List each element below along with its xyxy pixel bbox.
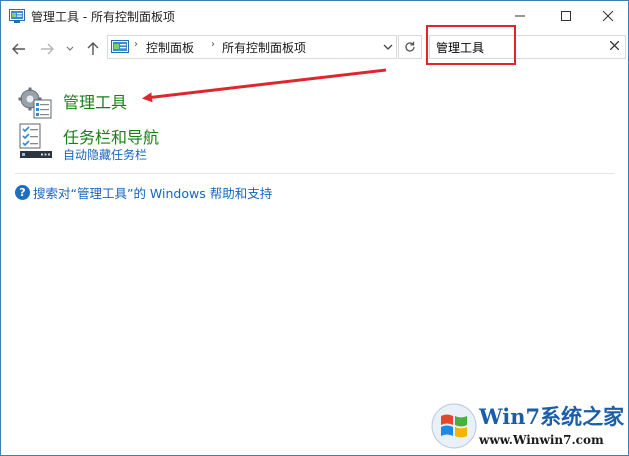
address-dropdown-button[interactable] — [382, 39, 394, 58]
search-input[interactable] — [436, 38, 596, 56]
clear-icon — [609, 40, 620, 51]
back-button[interactable] — [9, 39, 29, 59]
maximize-button[interactable] — [543, 1, 589, 31]
recent-locations-button[interactable] — [63, 39, 77, 59]
forward-button[interactable] — [37, 39, 57, 59]
up-arrow-icon — [87, 42, 99, 55]
result-subtask-auto-hide-taskbar[interactable]: 自动隐藏任务栏 — [63, 146, 147, 163]
window-title: 管理工具 - 所有控制面板项 — [31, 10, 175, 24]
control-panel-icon — [9, 8, 25, 23]
up-button[interactable] — [83, 39, 103, 59]
recent-chevron-icon — [66, 46, 74, 51]
refresh-icon — [405, 41, 415, 52]
watermark-brand: Win7系统之家 — [479, 404, 625, 429]
close-icon — [603, 11, 613, 21]
help-link[interactable]: ? 搜索对“管理工具”的 Windows 帮助和支持 — [15, 183, 272, 202]
chevron-down-icon — [383, 44, 393, 50]
breadcrumb-all-items[interactable]: 所有控制面板项 — [222, 39, 306, 56]
forward-arrow-icon — [41, 43, 54, 55]
control-panel-icon — [111, 39, 129, 58]
breadcrumb-control-panel[interactable]: 控制面板 — [146, 39, 194, 56]
search-box[interactable] — [429, 35, 626, 59]
watermark-url: www.Winwin7.com — [479, 433, 604, 447]
back-arrow-icon — [12, 43, 25, 55]
title-bar: 管理工具 - 所有控制面板项 — [1, 1, 628, 31]
minimize-icon — [515, 15, 525, 17]
explorer-window: 管理工具 - 所有控制面板项 › 控制面板 › 所有控制面板项 管理工具 管理工… — [0, 0, 629, 456]
minimize-button[interactable] — [497, 1, 543, 31]
close-button[interactable] — [585, 1, 628, 31]
refresh-button[interactable] — [398, 35, 422, 59]
breadcrumb-separator: › — [211, 39, 215, 50]
breadcrumb-separator: › — [134, 39, 138, 50]
divider — [15, 173, 615, 174]
address-bar[interactable]: › 控制面板 › 所有控制面板项 — [107, 35, 397, 59]
navigation-bar: › 控制面板 › 所有控制面板项 — [1, 31, 628, 67]
help-icon: ? — [15, 185, 30, 200]
result-title-admin-tools[interactable]: 管理工具 — [63, 89, 127, 113]
maximize-icon — [561, 11, 571, 21]
windows-logo-icon — [431, 403, 477, 449]
clear-search-button[interactable] — [609, 39, 620, 54]
watermark: Win7系统之家 www.Winwin7.com — [431, 399, 627, 455]
taskbar-icon — [19, 123, 53, 163]
help-link-text[interactable]: 搜索对“管理工具”的 Windows 帮助和支持 — [33, 183, 272, 202]
admin-tools-icon — [17, 87, 53, 123]
result-title-taskbar-navigation[interactable]: 任务栏和导航 — [63, 124, 159, 148]
